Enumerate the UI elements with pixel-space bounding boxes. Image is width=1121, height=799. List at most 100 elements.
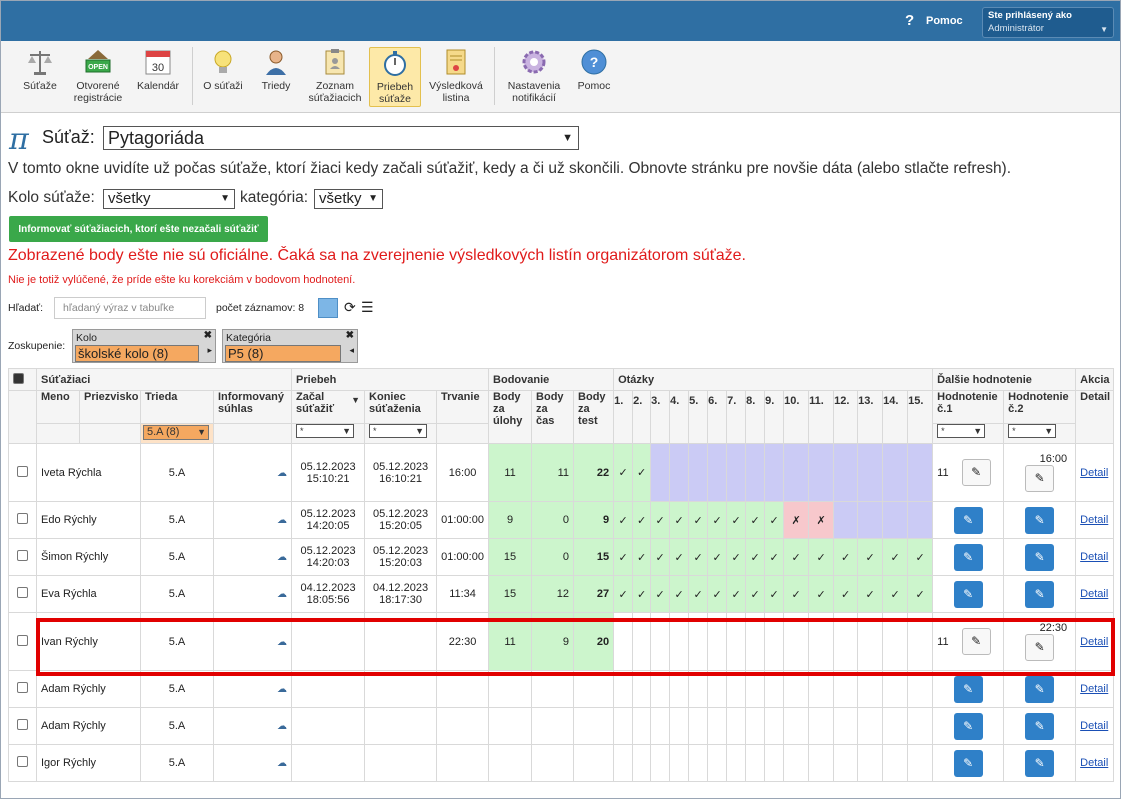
edit-evaluation-button[interactable]: ✎	[1025, 712, 1055, 740]
refresh-icon[interactable]: ⟳	[344, 299, 356, 316]
col-q13[interactable]: 13.	[857, 390, 884, 444]
help-link[interactable]: Pomoc	[926, 15, 963, 27]
detail-link[interactable]: Detail	[1080, 720, 1108, 732]
row-checkbox[interactable]	[17, 682, 28, 693]
row-checkbox[interactable]	[17, 513, 28, 524]
cloud-upload-icon[interactable]: ☁	[277, 721, 287, 732]
col-q10[interactable]: 10.	[783, 390, 810, 444]
edit-evaluation-button[interactable]: ✎	[953, 749, 983, 777]
edit-evaluation-button[interactable]: ✎	[1025, 465, 1055, 492]
row-checkbox[interactable]	[17, 756, 28, 767]
category-select[interactable]: všetky ▼	[314, 189, 383, 209]
col-q11[interactable]: 11.	[808, 390, 835, 444]
col-q4[interactable]: 4.	[669, 390, 690, 444]
detail-link[interactable]: Detail	[1080, 514, 1108, 526]
cloud-upload-icon[interactable]: ☁	[277, 552, 287, 563]
detail-link[interactable]: Detail	[1080, 757, 1108, 769]
round-select[interactable]: všetky ▼	[103, 189, 235, 209]
col-q12[interactable]: 12.	[833, 390, 859, 444]
user-menu[interactable]: Ste prihlásený ako Administrátor ▼	[982, 7, 1114, 38]
toolbar-priebeh-sutaze[interactable]: Priebeh súťaže	[369, 47, 421, 107]
col-q6[interactable]: 6.	[707, 390, 728, 444]
col-meno[interactable]: Meno	[36, 390, 80, 424]
search-input[interactable]: hľadaný výraz v tabuľke	[54, 297, 206, 319]
toolbar-zoznam-sutaziacich[interactable]: Zoznam súťažiacich	[305, 47, 365, 107]
col-hodnotenie-2[interactable]: Hodnotenie č.2	[1003, 390, 1077, 424]
chevron-right-icon[interactable]: ▸	[207, 345, 212, 356]
col-koniec[interactable]: Koniec súťaženia	[364, 390, 438, 424]
col-trvanie[interactable]: Trvanie	[436, 390, 490, 424]
cloud-upload-icon[interactable]: ☁	[277, 468, 287, 479]
end-filter-select[interactable]: * ▼	[369, 424, 428, 438]
edit-evaluation-button[interactable]: ✎	[953, 506, 983, 534]
start-filter-select[interactable]: * ▼	[296, 424, 355, 438]
cloud-upload-icon[interactable]: ☁	[277, 589, 287, 600]
col-q1[interactable]: 1.	[613, 390, 634, 444]
competition-select[interactable]: Pytagoriáda ▼	[103, 126, 579, 150]
detail-link[interactable]: Detail	[1080, 636, 1108, 648]
edit-evaluation-button[interactable]: ✎	[1025, 675, 1055, 703]
col-zacal[interactable]: Začal súťažiť ▼	[291, 390, 366, 424]
close-icon[interactable]: ✖	[346, 330, 354, 341]
toolbar-o-sutazi[interactable]: O súťaži	[200, 47, 246, 107]
col-q8[interactable]: 8.	[745, 390, 766, 444]
cloud-upload-icon[interactable]: ☁	[277, 637, 287, 648]
group-chip-kolo[interactable]: Kolo ✖ školské kolo (8) ▸	[72, 329, 216, 363]
h2-filter-select[interactable]: * ▼	[1008, 424, 1057, 438]
help-icon[interactable]: ?	[905, 12, 914, 29]
col-suhlas[interactable]: Informovaný súhlas	[212, 390, 293, 424]
trieda-filter-select[interactable]: 5.A (8) ▼	[143, 425, 209, 440]
toolbar-kalendar[interactable]: 30 Kalendár	[133, 47, 183, 107]
col-body-cas[interactable]: Body za čas	[531, 390, 575, 444]
row-checkbox[interactable]	[17, 550, 28, 561]
row-checkbox[interactable]	[17, 465, 28, 477]
col-q3[interactable]: 3.	[650, 390, 671, 444]
group-chip-select[interactable]: školské kolo (8)	[75, 345, 199, 362]
edit-evaluation-button[interactable]: ✎	[953, 675, 983, 703]
col-q14[interactable]: 14.	[882, 390, 909, 444]
edit-evaluation-button[interactable]: ✎	[1025, 543, 1055, 571]
cloud-upload-icon[interactable]: ☁	[277, 684, 287, 695]
cloud-upload-icon[interactable]: ☁	[277, 515, 287, 526]
columns-icon[interactable]	[318, 298, 338, 318]
detail-link[interactable]: Detail	[1080, 588, 1108, 600]
notify-button[interactable]: Informovať súťažiacich, ktorí ešte nezač…	[9, 216, 268, 242]
h1-filter-select[interactable]: * ▼	[937, 424, 986, 438]
edit-evaluation-button[interactable]: ✎	[953, 543, 983, 571]
detail-link[interactable]: Detail	[1080, 467, 1108, 479]
row-checkbox[interactable]	[17, 719, 28, 730]
chevron-left-icon[interactable]: ◂	[349, 345, 354, 356]
toolbar-otvorene-registracie[interactable]: OPEN Otvorené registrácie	[71, 47, 125, 107]
toolbar-vysledkova-listina[interactable]: Výsledková listina	[425, 47, 487, 107]
detail-link[interactable]: Detail	[1080, 551, 1108, 563]
col-q5[interactable]: 5.	[688, 390, 709, 444]
detail-link[interactable]: Detail	[1080, 683, 1108, 695]
edit-evaluation-button[interactable]: ✎	[953, 580, 983, 608]
row-checkbox[interactable]	[17, 587, 28, 598]
select-all-checkbox[interactable]	[13, 372, 24, 384]
col-q9[interactable]: 9.	[764, 390, 785, 444]
toolbar-sutaze[interactable]: Súťaže	[19, 47, 61, 107]
col-body-ulohy[interactable]: Body za úlohy	[488, 390, 533, 444]
col-q2[interactable]: 2.	[632, 390, 652, 444]
edit-evaluation-button[interactable]: ✎	[1025, 580, 1055, 608]
edit-evaluation-button[interactable]: ✎	[961, 459, 991, 486]
group-chip-kategoria[interactable]: Kategória ✖ P5 (8) ◂	[222, 329, 358, 363]
col-hodnotenie-1[interactable]: Hodnotenie č.1	[932, 390, 1005, 424]
col-body-test[interactable]: Body za test	[573, 390, 615, 444]
close-icon[interactable]: ✖	[204, 330, 212, 341]
toolbar-nastavenia-notifikacii[interactable]: Nastavenia notifikácií	[503, 47, 565, 107]
toolbar-triedy[interactable]: Triedy	[255, 47, 297, 107]
toolbar-pomoc[interactable]: ? Pomoc	[573, 47, 615, 107]
col-trieda[interactable]: Trieda	[140, 390, 214, 424]
edit-evaluation-button[interactable]: ✎	[1025, 634, 1055, 661]
edit-evaluation-button[interactable]: ✎	[1025, 749, 1055, 777]
list-icon[interactable]: ☰	[361, 299, 374, 316]
row-checkbox[interactable]	[17, 634, 28, 646]
col-q7[interactable]: 7.	[726, 390, 747, 444]
edit-evaluation-button[interactable]: ✎	[953, 712, 983, 740]
group-chip-select[interactable]: P5 (8)	[225, 345, 341, 362]
col-q15[interactable]: 15.	[907, 390, 934, 444]
edit-evaluation-button[interactable]: ✎	[1025, 506, 1055, 534]
edit-evaluation-button[interactable]: ✎	[961, 628, 991, 655]
